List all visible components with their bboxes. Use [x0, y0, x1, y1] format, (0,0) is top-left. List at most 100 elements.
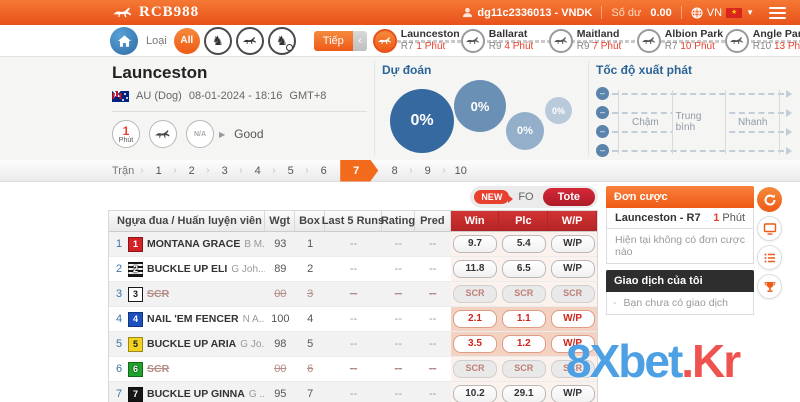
runners-section: NEW FO Tote Ngựa đua / Huấn luyện viên W… — [108, 186, 598, 402]
plc-cell: 6.5 — [499, 257, 548, 281]
header-win: Win — [451, 211, 500, 231]
plc-odds-button[interactable]: SCR — [502, 360, 546, 378]
race-tab[interactable]: 1 — [142, 160, 175, 182]
filter-greyhound-button[interactable] — [236, 27, 264, 55]
refresh-button[interactable] — [757, 187, 782, 212]
plc-odds-button[interactable]: 29.1 — [502, 385, 546, 402]
race-tab[interactable]: 8 — [378, 160, 411, 182]
win-odds-button[interactable]: 3.5 — [453, 335, 497, 353]
wp-button[interactable]: W/P — [551, 335, 595, 353]
win-odds-button[interactable]: 11.8 — [453, 260, 497, 278]
chevron-left-icon[interactable]: ‹ — [353, 31, 367, 51]
header-runner: Ngựa đua / Huấn luyện viên — [109, 211, 265, 231]
user-account[interactable]: dg11c2336013 - VNDK — [462, 7, 592, 19]
tote-option[interactable]: Tote — [543, 188, 595, 206]
win-odds-button[interactable]: 9.7 — [453, 235, 497, 253]
last5-cell: -- — [325, 232, 382, 256]
wp-button[interactable]: W/P — [551, 260, 595, 278]
trainer-name: G Joh... — [231, 264, 265, 275]
wgt-cell: 98 — [265, 332, 295, 356]
filter-horse-button[interactable]: ♞ — [204, 27, 232, 55]
wp-cell: W/P — [548, 232, 597, 256]
next-races-button[interactable]: Tiếp — [314, 31, 353, 51]
menu-icon[interactable] — [769, 7, 786, 19]
trainer-name: G Jo... — [240, 339, 265, 350]
language-selector[interactable]: VN ★ ▼ — [691, 7, 754, 19]
wp-button[interactable]: W/P — [551, 385, 595, 402]
race-tab[interactable]: 4 — [241, 160, 274, 182]
greyhound-icon — [549, 29, 573, 53]
results-list-button[interactable] — [757, 245, 782, 270]
wp-cell: W/P — [548, 382, 597, 402]
fixed-odds-option[interactable]: FO — [518, 191, 533, 203]
wp-button[interactable]: SCR — [551, 360, 595, 378]
brand-name: RCB988 — [139, 4, 199, 21]
wp-button[interactable]: W/P — [551, 235, 595, 253]
plc-odds-button[interactable]: 6.5 — [502, 260, 546, 278]
race-tab[interactable]: 6 — [307, 160, 340, 182]
greyhound-race-icon — [149, 120, 177, 148]
plc-odds-button[interactable]: 5.4 — [502, 235, 546, 253]
saddle-cloth: 4 — [128, 312, 143, 327]
page-title: Launceston — [112, 63, 367, 83]
wgt-cell: 100 — [265, 307, 295, 331]
greyhound-icon — [637, 29, 661, 53]
runner-number: 7 — [114, 388, 124, 400]
race-tab[interactable]: 3 — [208, 160, 241, 182]
race-tab[interactable]: 7 — [340, 160, 378, 182]
plc-odds-button[interactable]: 1.1 — [502, 310, 546, 328]
plc-cell: SCR — [499, 357, 548, 381]
last5-cell: -- — [325, 257, 382, 281]
results-trophy-button[interactable] — [757, 274, 782, 299]
venue-item[interactable]: Angle Park R10 13 Phút — [725, 28, 800, 54]
home-button[interactable] — [110, 27, 138, 55]
runner-cell: 1 1 MONTANA GRACE B M... — [109, 232, 265, 256]
filter-harness-button[interactable]: ♞ — [268, 27, 296, 55]
wp-button[interactable]: W/P — [551, 310, 595, 328]
table-row: 1 1 MONTANA GRACE B M... 93 1 -- -- -- 9… — [109, 232, 597, 257]
race-tab[interactable]: 5 — [274, 160, 307, 182]
venue-race: R10 — [753, 41, 771, 52]
runner-number: 4 — [114, 313, 124, 325]
win-odds-button[interactable]: 2.1 — [453, 310, 497, 328]
box-cell: 4 — [295, 307, 325, 331]
runner-number: 5 — [114, 338, 124, 350]
trainer-name: G ... — [249, 389, 266, 400]
filter-all-button[interactable]: All — [174, 28, 200, 54]
win-odds-button[interactable]: SCR — [453, 360, 497, 378]
venue-item[interactable]: Albion Park R7 10 Phút — [637, 28, 725, 54]
venue-item[interactable]: Launceston R7 1 Phút — [373, 28, 461, 54]
new-badge[interactable]: NEW — [474, 190, 509, 204]
table-row: 2 2 BUCKLE UP ELI G Joh... 89 2 -- -- --… — [109, 257, 597, 282]
race-tab[interactable]: 9 — [411, 160, 444, 182]
live-video-button[interactable] — [757, 216, 782, 241]
race-tab[interactable]: 10 — [444, 160, 477, 182]
brand-logo[interactable]: RCB988 — [112, 4, 199, 21]
plc-odds-button[interactable]: 1.2 — [502, 335, 546, 353]
header-wgt: Wgt — [265, 211, 295, 231]
win-odds-button[interactable]: 10.2 — [453, 385, 497, 402]
countdown-badge: 1 Phút — [112, 120, 140, 148]
race-tab[interactable]: 2 — [175, 160, 208, 182]
header-last5: Last 5 Runs — [325, 211, 382, 231]
win-odds-button[interactable]: SCR — [453, 285, 497, 303]
box-cell: 6 — [295, 357, 325, 381]
divider — [588, 61, 589, 156]
prediction-bubble: 0% — [545, 97, 572, 124]
table-row: 5 5 BUCKLE UP ARIA G Jo... 98 5 -- -- --… — [109, 332, 597, 357]
caret-right-icon: ▶ — [219, 130, 225, 139]
home-icon — [118, 35, 131, 47]
venue-race: R7 — [665, 41, 678, 52]
saddle-cloth: 5 — [128, 337, 143, 352]
venue-strip: Launceston R7 1 Phút Ballarat R9 4 Phút — [373, 25, 800, 57]
plc-odds-button[interactable]: SCR — [502, 285, 546, 303]
venue-item[interactable]: Maitland R9 7 Phút — [549, 28, 637, 54]
venue-countdown: 10 Phút — [680, 41, 714, 52]
venue-item[interactable]: Ballarat R9 4 Phút — [461, 28, 549, 54]
last5-cell: -- — [325, 282, 382, 306]
speed-label-fast: Nhanh — [735, 117, 770, 128]
my-trades-header: Giao dịch của tôi — [606, 270, 754, 292]
runner-cell: 6 6 SCR — [109, 357, 265, 381]
wp-button[interactable]: SCR — [551, 285, 595, 303]
win-cell: 11.8 — [451, 257, 500, 281]
